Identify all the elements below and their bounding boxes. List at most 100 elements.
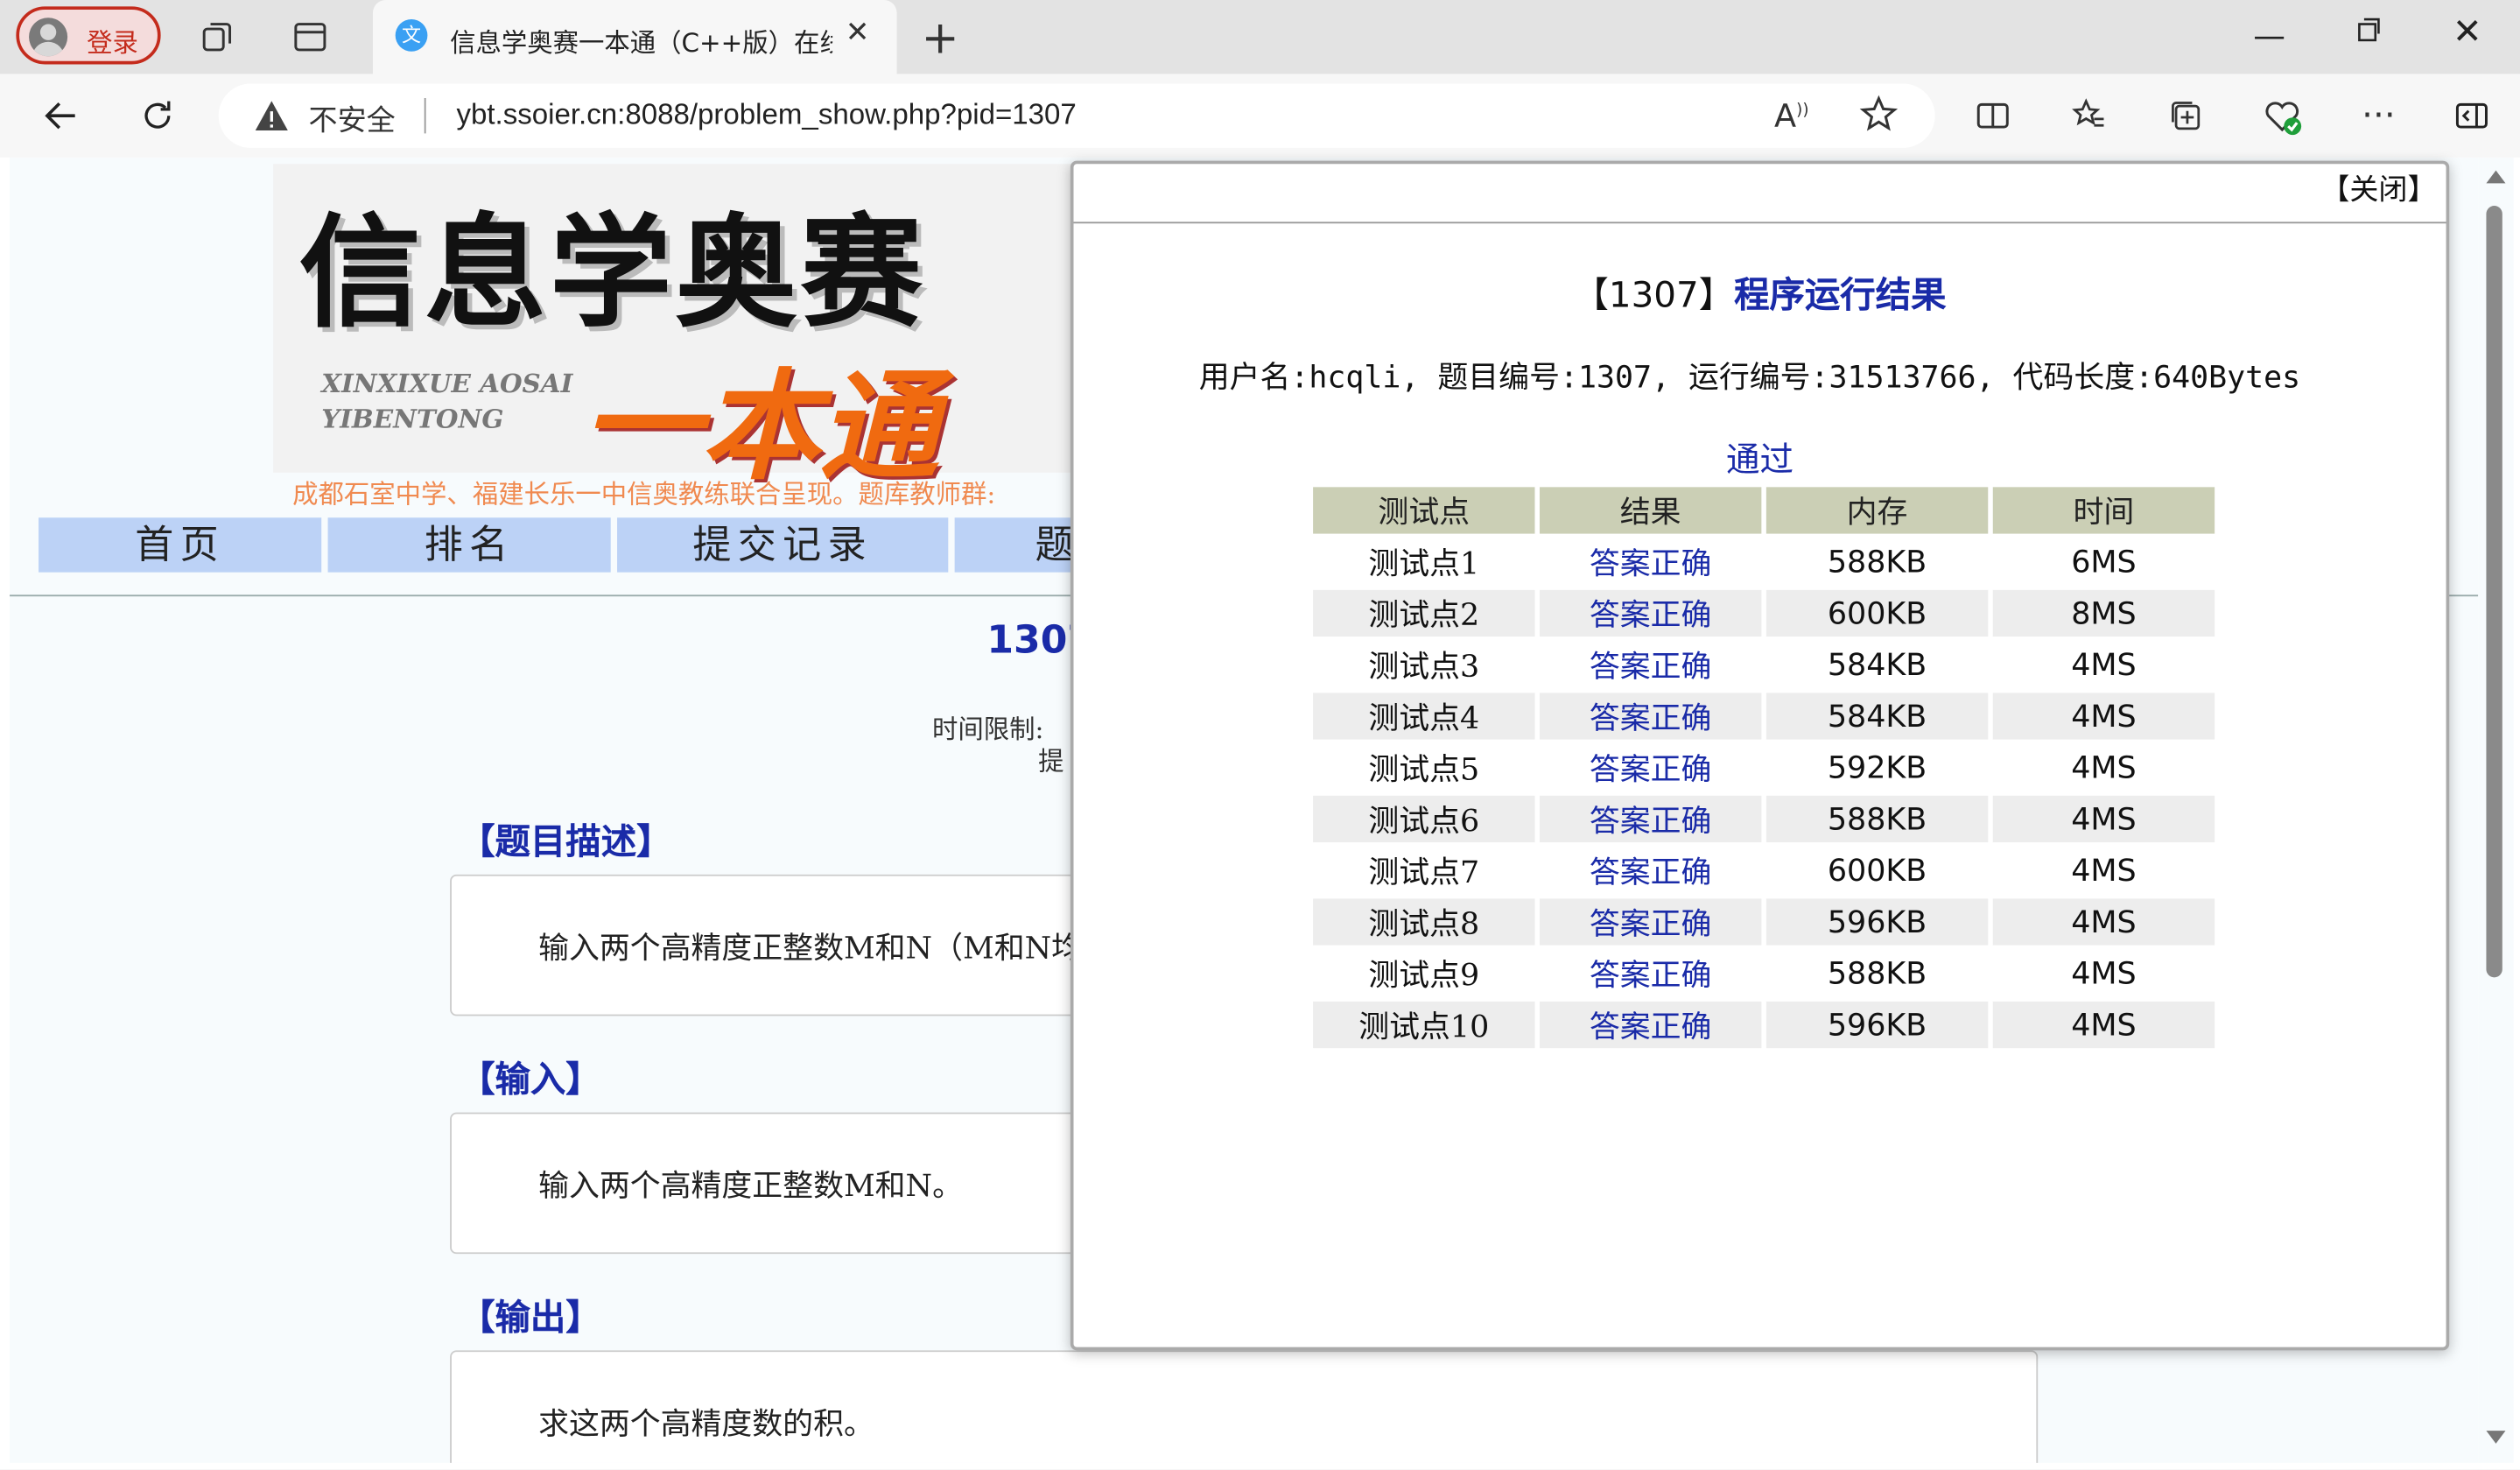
- result-cell: 答案正确: [1539, 1001, 1762, 1049]
- table-row: 测试点8 答案正确 596KB 4MS: [1313, 898, 2215, 946]
- nav-home[interactable]: 首页: [39, 517, 322, 573]
- memory-cell: 600KB: [1765, 589, 1989, 637]
- result-cell: 答案正确: [1589, 649, 1712, 686]
- memory-cell: 592KB: [1827, 749, 1927, 785]
- memory-cell: 600KB: [1827, 853, 1927, 889]
- test-point-cell: 测试点10: [1313, 1001, 1535, 1049]
- scrollbar[interactable]: [2478, 157, 2514, 1463]
- warning-icon: [254, 98, 289, 140]
- nav-submissions[interactable]: 提交记录: [617, 517, 949, 573]
- test-point-cell: 测试点9: [1368, 958, 1480, 994]
- insecure-label: 不安全: [308, 104, 396, 138]
- restore-icon[interactable]: [2349, 10, 2388, 54]
- column-header: 测试点: [1313, 487, 1535, 534]
- scrollbar-thumb[interactable]: [2486, 206, 2502, 978]
- workspaces-icon[interactable]: [193, 13, 241, 61]
- table-row: 测试点9 答案正确 588KB 4MS: [1313, 950, 2215, 996]
- memory-cell: 588KB: [1827, 955, 1927, 991]
- browser-essentials-icon[interactable]: [2253, 87, 2311, 144]
- section-title-description: 【题目描述】: [460, 821, 672, 863]
- table-row: 测试点5 答案正确 592KB 4MS: [1313, 744, 2215, 791]
- section-title-output: 【输出】: [460, 1297, 601, 1340]
- favorite-star-icon[interactable]: [1858, 93, 1900, 141]
- test-point-cell: 测试点5: [1368, 752, 1480, 788]
- scroll-down-icon[interactable]: [2486, 1431, 2506, 1444]
- dialog-title-number: 【1307】: [1573, 276, 1735, 317]
- test-point-cell: 测试点1: [1368, 546, 1480, 582]
- favorites-icon[interactable]: [2060, 87, 2118, 144]
- refresh-icon[interactable]: [129, 87, 186, 144]
- tab-active[interactable]: 文 信息学奥赛一本通（C++版）在线评测系统 ✕: [372, 0, 897, 74]
- site-banner: 信息学奥赛 XINXIXUE AOSAI YIBENTONG 一本通: [273, 164, 1077, 496]
- table-row: 测试点2 答案正确 600KB 8MS: [1313, 589, 2215, 637]
- time-cell: 4MS: [1992, 693, 2215, 740]
- window-close-icon[interactable]: ✕: [2453, 13, 2482, 53]
- output-text: 求这两个高精度数的积。: [538, 1406, 874, 1442]
- back-icon[interactable]: [32, 87, 90, 144]
- result-cell: 答案正确: [1539, 589, 1762, 637]
- table-row: 测试点4 答案正确 584KB 4MS: [1313, 693, 2215, 740]
- divider: [1073, 222, 2446, 224]
- url-text[interactable]: ybt.ssoier.cn:8088/problem_show.php?pid=…: [456, 98, 1076, 132]
- more-menu-icon[interactable]: ···: [2349, 87, 2407, 144]
- banner-subtitle: XINXIXUE AOSAI YIBENTONG: [321, 368, 573, 434]
- time-limit-label: 时间限制:: [931, 714, 1044, 745]
- time-cell: 4MS: [2071, 955, 2137, 991]
- test-point-cell: 测试点3: [1368, 649, 1480, 686]
- login-label: 登录: [87, 27, 138, 59]
- submission-info: 用户名:hcqli, 题目编号:1307, 运行编号:31513766, 代码长…: [1198, 360, 2301, 396]
- description-text: 输入两个高精度正整数M和N（M和N均: [538, 931, 1083, 967]
- time-cell: 4MS: [2071, 647, 2137, 683]
- time-cell: 8MS: [1992, 589, 2215, 637]
- time-cell: 6MS: [2071, 544, 2137, 580]
- dialog-title: 【1307】程序运行结果: [1074, 267, 2446, 319]
- tab-close-icon[interactable]: ✕: [846, 16, 870, 50]
- time-cell: 4MS: [1992, 898, 2215, 946]
- browser-window: 登录 文 信息学奥赛一本通（C++版）在线评测系统 ✕ + — ✕: [0, 0, 2520, 1470]
- status-badge: 通过: [1725, 440, 1794, 480]
- time-cell: 4MS: [2071, 749, 2137, 785]
- memory-cell: 588KB: [1827, 544, 1927, 580]
- new-tab-icon[interactable]: +: [916, 11, 965, 64]
- results-table: 测试点 结果 内存 时间 测试点1 答案正确 588KB 6MS 测试点2 答案正确 60…: [1309, 482, 2220, 1053]
- memory-cell: 596KB: [1765, 898, 1989, 946]
- table-row: 测试点1 答案正确 588KB 6MS: [1313, 538, 2215, 585]
- tab-bar: 登录 文 信息学奥赛一本通（C++版）在线评测系统 ✕ + — ✕: [0, 0, 2520, 74]
- minimize-icon[interactable]: —: [2253, 16, 2285, 54]
- split-screen-icon[interactable]: [1964, 87, 2022, 144]
- address-bar[interactable]: 不安全 ybt.ssoier.cn:8088/problem_show.php?…: [218, 83, 1935, 148]
- memory-cell: 596KB: [1765, 1001, 1989, 1049]
- column-header: 时间: [1992, 487, 2215, 534]
- read-aloud-icon[interactable]: A)): [1774, 96, 1808, 135]
- tab-actions-icon[interactable]: [286, 13, 334, 61]
- result-cell: 答案正确: [1539, 693, 1762, 740]
- test-point-cell: 测试点8: [1313, 898, 1535, 946]
- close-button[interactable]: 【关闭】: [2320, 167, 2436, 209]
- address-toolbar: 不安全 ybt.ssoier.cn:8088/problem_show.php?…: [0, 74, 2520, 158]
- table-row: 测试点3 答案正确 584KB 4MS: [1313, 642, 2215, 688]
- section-title-input: 【输入】: [460, 1059, 601, 1101]
- memory-cell: 584KB: [1827, 647, 1927, 683]
- input-text: 输入两个高精度正整数M和N。: [538, 1168, 963, 1205]
- banner-title: 信息学奥赛: [298, 200, 926, 344]
- time-cell: 4MS: [1992, 1001, 2215, 1049]
- collections-icon[interactable]: [2157, 87, 2215, 144]
- result-cell: 答案正确: [1589, 752, 1712, 788]
- sidebar-toggle-icon[interactable]: [2443, 87, 2501, 144]
- memory-cell: 584KB: [1765, 693, 1989, 740]
- column-header: 内存: [1765, 487, 1989, 534]
- table-row: 测试点7 答案正确 600KB 4MS: [1313, 848, 2215, 894]
- dialog-title-text: 程序运行结果: [1734, 274, 1947, 317]
- time-cell: 4MS: [2071, 853, 2137, 889]
- scroll-up-icon[interactable]: [2486, 170, 2506, 184]
- result-dialog: 【关闭】 【1307】程序运行结果 用户名:hcqli, 题目编号:1307, …: [1070, 160, 2450, 1351]
- result-cell: 答案正确: [1589, 546, 1712, 582]
- column-header: 结果: [1539, 487, 1762, 534]
- memory-cell: 588KB: [1765, 795, 1989, 843]
- result-cell: 答案正确: [1539, 795, 1762, 843]
- nav-ranking[interactable]: 排名: [327, 517, 611, 573]
- time-cell: 4MS: [1992, 795, 2215, 843]
- result-cell: 答案正确: [1589, 855, 1712, 891]
- test-point-cell: 测试点6: [1313, 795, 1535, 843]
- login-button[interactable]: 登录: [16, 6, 161, 65]
